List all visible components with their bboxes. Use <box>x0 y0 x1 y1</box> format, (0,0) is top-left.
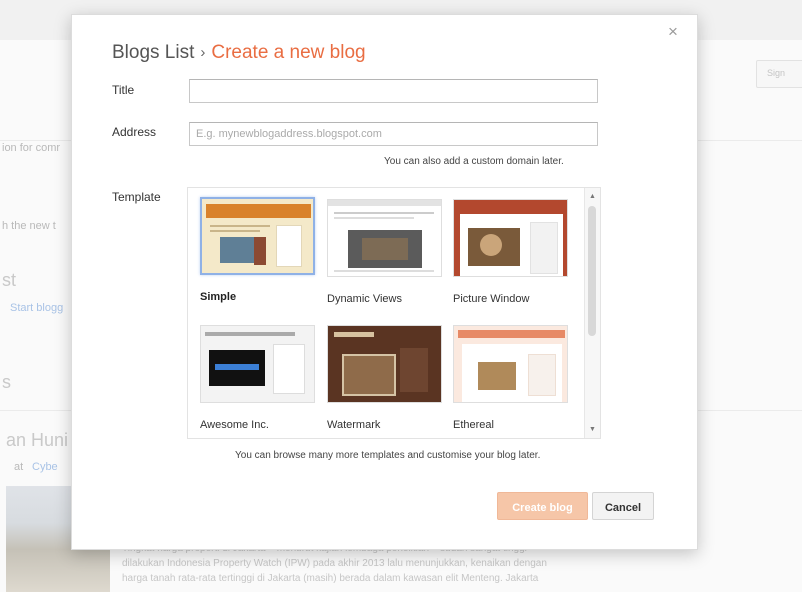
background-link: Cybe <box>32 461 58 473</box>
template-name: Simple <box>200 291 237 303</box>
template-name: Watermark <box>327 419 381 431</box>
scrollbar-thumb[interactable] <box>588 206 596 336</box>
watermark-template-thumbnail <box>327 325 442 403</box>
background-snippet: at <box>14 461 24 473</box>
create-blog-dialog: × Blogs List › Create a new blog Title Add… <box>71 14 698 550</box>
template-watermark[interactable]: Watermark <box>327 325 448 431</box>
template-simple[interactable]: Simple <box>200 197 321 303</box>
scroll-up-icon[interactable]: ▲ <box>589 193 596 200</box>
dialog-breadcrumb: Blogs List › Create a new blog <box>112 42 366 64</box>
template-name: Ethereal <box>453 419 494 431</box>
create-blog-button[interactable]: Create blog <box>497 492 588 520</box>
title-input[interactable] <box>189 79 598 103</box>
address-hint: You can also add a custom domain later. <box>384 156 564 167</box>
awesome-inc-template-thumbnail <box>200 325 315 403</box>
background-sign-label: Sign <box>767 68 786 78</box>
template-name: Awesome Inc. <box>200 419 269 431</box>
template-name: Picture Window <box>453 293 530 305</box>
scroll-down-icon[interactable]: ▼ <box>589 426 596 433</box>
background-link: Start blogg <box>10 302 64 314</box>
template-label: Template <box>112 190 161 204</box>
breadcrumb-current: Create a new blog <box>211 42 366 63</box>
background-paragraph-line: harga tanah rata-rata tertinggi di Jakar… <box>122 573 539 584</box>
picture-window-template-thumbnail <box>453 199 568 277</box>
breadcrumb-chevron-icon: › <box>200 44 206 61</box>
title-label: Title <box>112 83 135 97</box>
simple-template-thumbnail <box>200 197 315 275</box>
background-snippet: st <box>2 270 17 290</box>
background-snippet: ion for comr <box>2 142 61 154</box>
address-input[interactable] <box>189 122 598 146</box>
ethereal-template-thumbnail <box>453 325 568 403</box>
background-snippet: s <box>2 372 11 392</box>
template-dynamic-views[interactable]: Dynamic Views <box>327 199 448 305</box>
template-picture-window[interactable]: Picture Window <box>453 199 574 305</box>
template-hint: You can browse many more templates and c… <box>235 450 541 461</box>
template-scrollbar[interactable]: ▲ ▼ <box>584 188 600 438</box>
template-awesome-inc[interactable]: Awesome Inc. <box>200 325 321 431</box>
dynamic-views-template-thumbnail <box>327 199 442 277</box>
background-post-title: an Huni <box>6 430 69 450</box>
template-picker[interactable]: Simple Dynamic Views Picture Window Awes… <box>187 187 601 439</box>
template-ethereal[interactable]: Ethereal <box>453 325 574 431</box>
background-snippet: h the new t <box>2 220 56 232</box>
close-icon[interactable]: × <box>668 23 678 40</box>
background-sign-button: Sign <box>756 60 802 88</box>
template-name: Dynamic Views <box>327 293 402 305</box>
address-label: Address <box>112 125 157 139</box>
breadcrumb-blogs-list[interactable]: Blogs List <box>112 42 194 63</box>
background-paragraph-line: dilakukan Indonesia Property Watch (IPW)… <box>122 558 547 569</box>
cancel-button[interactable]: Cancel <box>592 492 654 520</box>
